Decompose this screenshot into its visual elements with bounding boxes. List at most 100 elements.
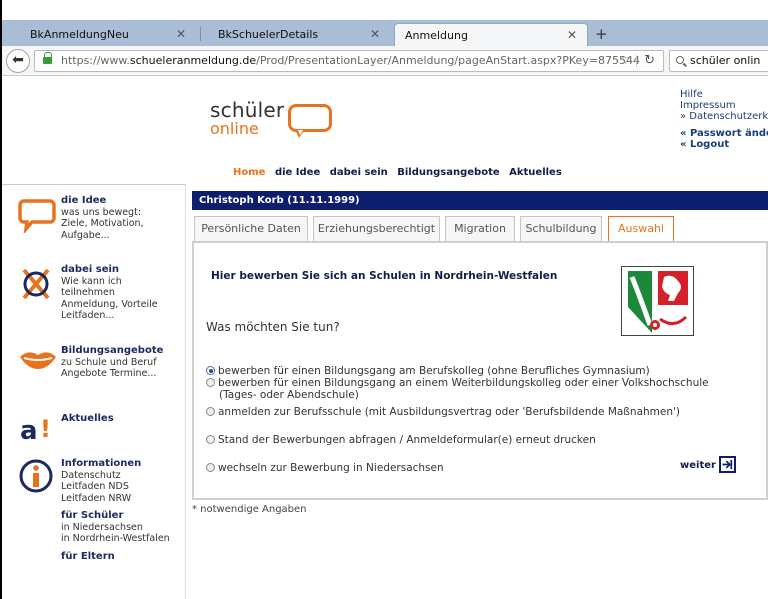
datenschutz-link[interactable]: Datenschutz [61, 470, 170, 482]
next-arrow-icon[interactable] [719, 456, 736, 473]
browser-tab-bkanmeldungneu[interactable]: BkAnmeldungNeu ✕ [10, 23, 196, 46]
back-arrow-icon[interactable]: ⬅ [6, 49, 30, 73]
leitfaden-nrw-link[interactable]: Leitfaden NRW [61, 493, 170, 505]
url-prefix: https://www. [61, 54, 130, 67]
tab-separator [200, 27, 201, 41]
tab-erziehungsberechtigt[interactable]: Erziehungsberechtigt [313, 216, 440, 242]
option-label: wechseln zur Bewerbung in Niedersachsen [218, 462, 444, 474]
sidebar: die Idee was uns bewegt: Ziele, Motivati… [2, 184, 186, 599]
sidebar-heading: Bildungsangebote [61, 345, 164, 356]
schueler-nrw-link[interactable]: in Nordrhein-Westfalen [61, 533, 170, 545]
info-icon [19, 459, 53, 493]
tab-close-icon[interactable]: ✕ [176, 27, 186, 41]
nrw-coat-of-arms-logo [621, 266, 694, 336]
search-input[interactable]: schüler onlin [669, 50, 768, 72]
browser-tab-bkschuelerdetails[interactable]: BkSchuelerDetails ✕ [204, 23, 390, 46]
tab-close-icon[interactable]: ✕ [567, 28, 577, 42]
panel-title: Hier bewerben Sie sich an Schulen in Nor… [211, 270, 558, 282]
nav-bildungsangebote[interactable]: Bildungsangebote [397, 167, 499, 178]
option-weiterbildungskolleg[interactable]: bewerben für einen Bildungsgang an einem… [206, 377, 709, 401]
speech-bubble-icon [18, 199, 56, 233]
browser-navbar: ⬅ https://www.schueleranmeldung.de/Prod/… [2, 46, 768, 76]
schueler-niedersachsen-link[interactable]: in Niedersachsen [61, 522, 170, 534]
change-password-link[interactable]: « Passwort ände [680, 128, 768, 139]
sidebar-line: Ziele, Motivation, [61, 218, 144, 229]
option-bewerbungsstand[interactable]: Stand der Bewerbungen abfragen / Anmelde… [206, 434, 596, 446]
tab-schulbildung[interactable]: Schulbildung [520, 216, 602, 242]
nav-aktuelles[interactable]: Aktuelles [509, 167, 562, 178]
tab-close-icon[interactable]: ✕ [370, 27, 380, 41]
tab-persoenliche-daten[interactable]: Persönliche Daten [194, 216, 308, 242]
option-label: anmelden zur Berufsschule (mit Ausbildun… [218, 406, 680, 418]
sidebar-line: Angebote Termine... [61, 368, 157, 379]
sidebar-line: Wie kann ich [61, 275, 122, 287]
browser-tab-anmeldung[interactable]: Anmeldung ✕ [394, 23, 588, 46]
sidebar-line: Aufgabe... [61, 229, 110, 241]
radio-button[interactable] [206, 435, 215, 444]
lock-icon [43, 52, 52, 65]
svg-text:a: a [20, 416, 38, 446]
option-berufsschule[interactable]: anmelden zur Berufsschule (mit Ausbildun… [206, 406, 680, 418]
impressum-link[interactable]: Impressum [680, 100, 768, 111]
url-domain: schueleranmeldung.de [129, 54, 257, 67]
url-dropdown-icon[interactable]: ▽ [622, 51, 629, 71]
sidebar-subheading-schueler: für Schüler [61, 510, 124, 521]
sidebar-line: teilnehmen [61, 287, 115, 298]
option-label: Stand der Bewerbungen abfragen / Anmelde… [218, 434, 596, 446]
leitfaden-nds-link[interactable]: Leitfaden NDS [61, 481, 170, 493]
url-path: /Prod/PresentationLayer/Anmeldung/pageAn… [256, 54, 641, 67]
sidebar-line: zu Schule und Beruf [61, 356, 157, 368]
url-separator [636, 55, 637, 67]
svg-text:!: ! [40, 415, 51, 443]
schueler-online-logo[interactable]: schüler online [210, 100, 284, 138]
sidebar-line: Leitfaden... [61, 310, 115, 321]
sidebar-line: Anmeldung, Vorteile [61, 298, 158, 310]
sidebar-heading: Aktuelles [61, 413, 114, 424]
sidebar-heading: die Idee [61, 195, 107, 206]
cross-circle-icon [22, 268, 50, 300]
main-navigation: Home die Idee dabei sein Bildungsangebot… [233, 167, 568, 178]
search-text: schüler onlin [690, 54, 761, 67]
option-label: bewerben für einen Bildungsgang am Beruf… [218, 365, 650, 377]
help-link[interactable]: Hilfe [680, 89, 768, 100]
privacy-link[interactable]: » Datenschutzerk [680, 111, 768, 122]
content-tabs: Persönliche Daten Erziehungsberechtigt M… [192, 216, 768, 243]
url-bar[interactable]: https://www.schueleranmeldung.de/Prod/Pr… [34, 50, 664, 72]
nav-die-idee[interactable]: die Idee [275, 167, 320, 178]
selection-panel: Hier bewerben Sie sich an Schulen in Nor… [192, 241, 768, 500]
reload-icon[interactable]: ↻ [644, 51, 655, 71]
sidebar-subheading-eltern[interactable]: für Eltern [61, 551, 170, 563]
sidebar-heading: dabei sein [61, 264, 120, 275]
window-left-border [0, 0, 2, 599]
logo-text-line1: schüler [210, 98, 285, 122]
top-links: Hilfe Impressum » Datenschutzerk « Passw… [680, 89, 768, 150]
required-fields-note: * notwendige Angaben [192, 504, 307, 515]
student-name-bar: Christoph Korb (11.11.1999) [192, 191, 768, 210]
radio-button-selected[interactable] [206, 366, 215, 375]
option-label-line2: (Tages- oder Abendschule) [219, 389, 359, 401]
tab-title: Anmeldung [405, 28, 468, 42]
browser-tabstrip: BkAnmeldungNeu ✕ BkSchuelerDetails ✕ Anm… [2, 20, 768, 46]
nav-dabei-sein[interactable]: dabei sein [330, 167, 388, 178]
sidebar-heading: Informationen [61, 458, 142, 469]
tab-title: BkAnmeldungNeu [30, 28, 129, 41]
lips-icon [20, 352, 56, 369]
nav-home[interactable]: Home [233, 167, 265, 178]
tab-auswahl[interactable]: Auswahl [608, 216, 674, 243]
next-button-label[interactable]: weiter [680, 460, 716, 471]
a-exclamation-icon: a ! [20, 415, 51, 446]
tab-title: BkSchuelerDetails [218, 28, 319, 41]
radio-button[interactable] [206, 378, 215, 387]
radio-button[interactable] [206, 407, 215, 416]
nrw-crest-graphic [628, 271, 688, 334]
logo-text-line2: online [210, 119, 259, 138]
speech-bubble-logo-icon [288, 104, 332, 138]
panel-question: Was möchten Sie tun? [206, 320, 340, 334]
option-berufskolleg[interactable]: bewerben für einen Bildungsgang am Beruf… [206, 365, 650, 377]
logout-link[interactable]: « Logout [680, 139, 768, 150]
tab-migration[interactable]: Migration [445, 216, 515, 242]
radio-button[interactable] [206, 463, 215, 472]
new-tab-icon[interactable]: + [595, 25, 608, 43]
option-niedersachsen[interactable]: wechseln zur Bewerbung in Niedersachsen [206, 462, 444, 474]
option-label: bewerben für einen Bildungsgang an einem… [218, 377, 709, 389]
